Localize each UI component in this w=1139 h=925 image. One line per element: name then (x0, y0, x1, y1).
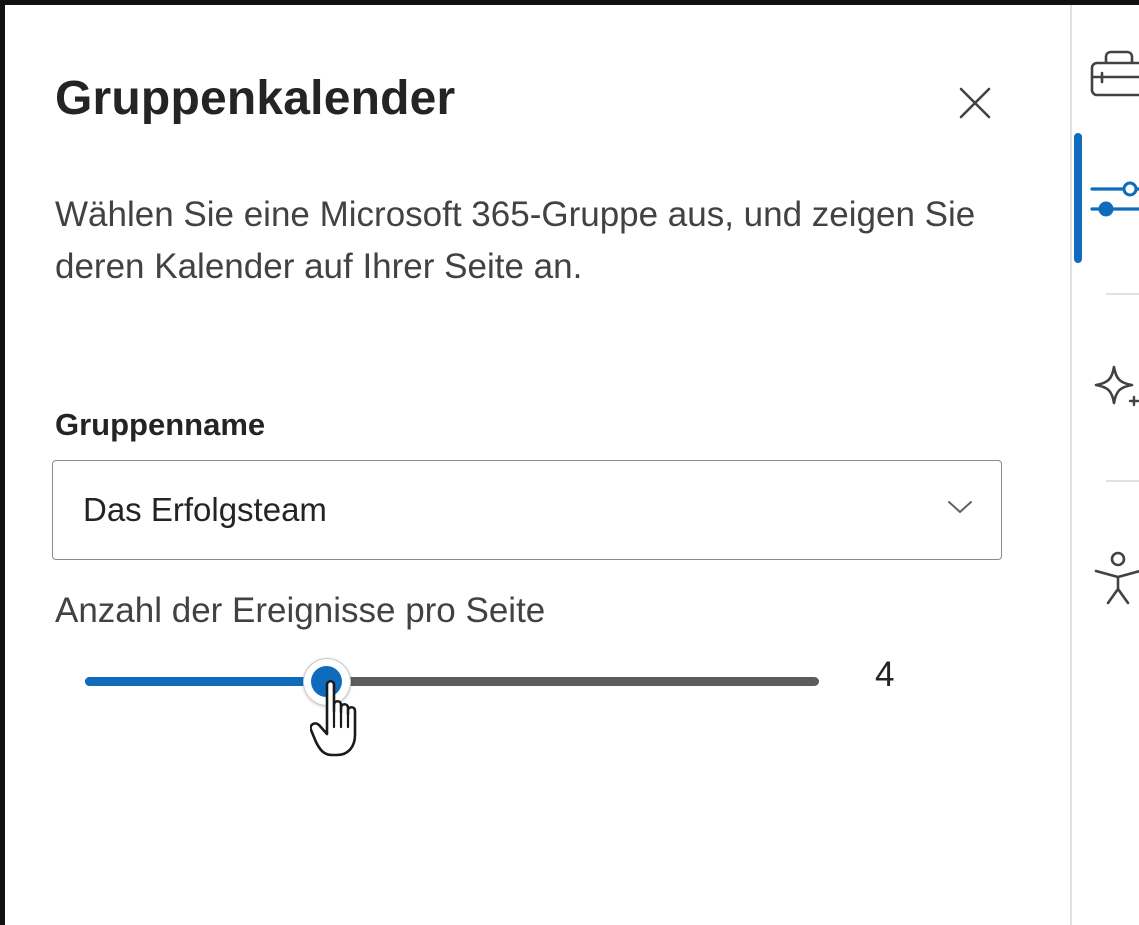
close-button[interactable] (953, 81, 997, 125)
app-frame: Gruppenkalender Wählen Sie eine Microsof… (0, 0, 1139, 925)
accessibility-icon (1094, 551, 1139, 605)
panel-title: Gruppenkalender (55, 72, 456, 125)
toolbox-icon (1090, 50, 1139, 97)
rail-accessibility-button[interactable] (1072, 537, 1139, 617)
group-name-value: Das Erfolgsteam (83, 491, 327, 528)
side-rail (1070, 5, 1139, 925)
panel-description: Wählen Sie eine Microsoft 365-Gruppe aus… (55, 195, 976, 286)
settings-sliders-icon (1090, 181, 1139, 217)
close-icon (959, 87, 991, 119)
group-name-label: Gruppenname (55, 407, 266, 442)
events-per-page-value: 4 (875, 655, 895, 694)
rail-toolbox-button[interactable] (1072, 35, 1139, 115)
slider-thumb[interactable] (303, 658, 351, 706)
rail-divider (1106, 480, 1139, 482)
sparkle-icon (1094, 365, 1139, 407)
events-per-page-label: Anzahl der Ereignisse pro Seite (55, 591, 546, 630)
rail-divider (1106, 293, 1139, 295)
slider-fill (85, 677, 327, 686)
events-per-page-slider[interactable] (85, 653, 819, 713)
property-pane: Gruppenkalender Wählen Sie eine Microsof… (5, 5, 1070, 925)
rail-settings-button[interactable] (1072, 155, 1139, 235)
rail-sparkle-button[interactable] (1072, 345, 1139, 425)
group-name-dropdown[interactable]: Das Erfolgsteam (52, 460, 1002, 560)
chevron-down-icon (948, 501, 972, 513)
slider-thumb-dot (311, 666, 342, 697)
